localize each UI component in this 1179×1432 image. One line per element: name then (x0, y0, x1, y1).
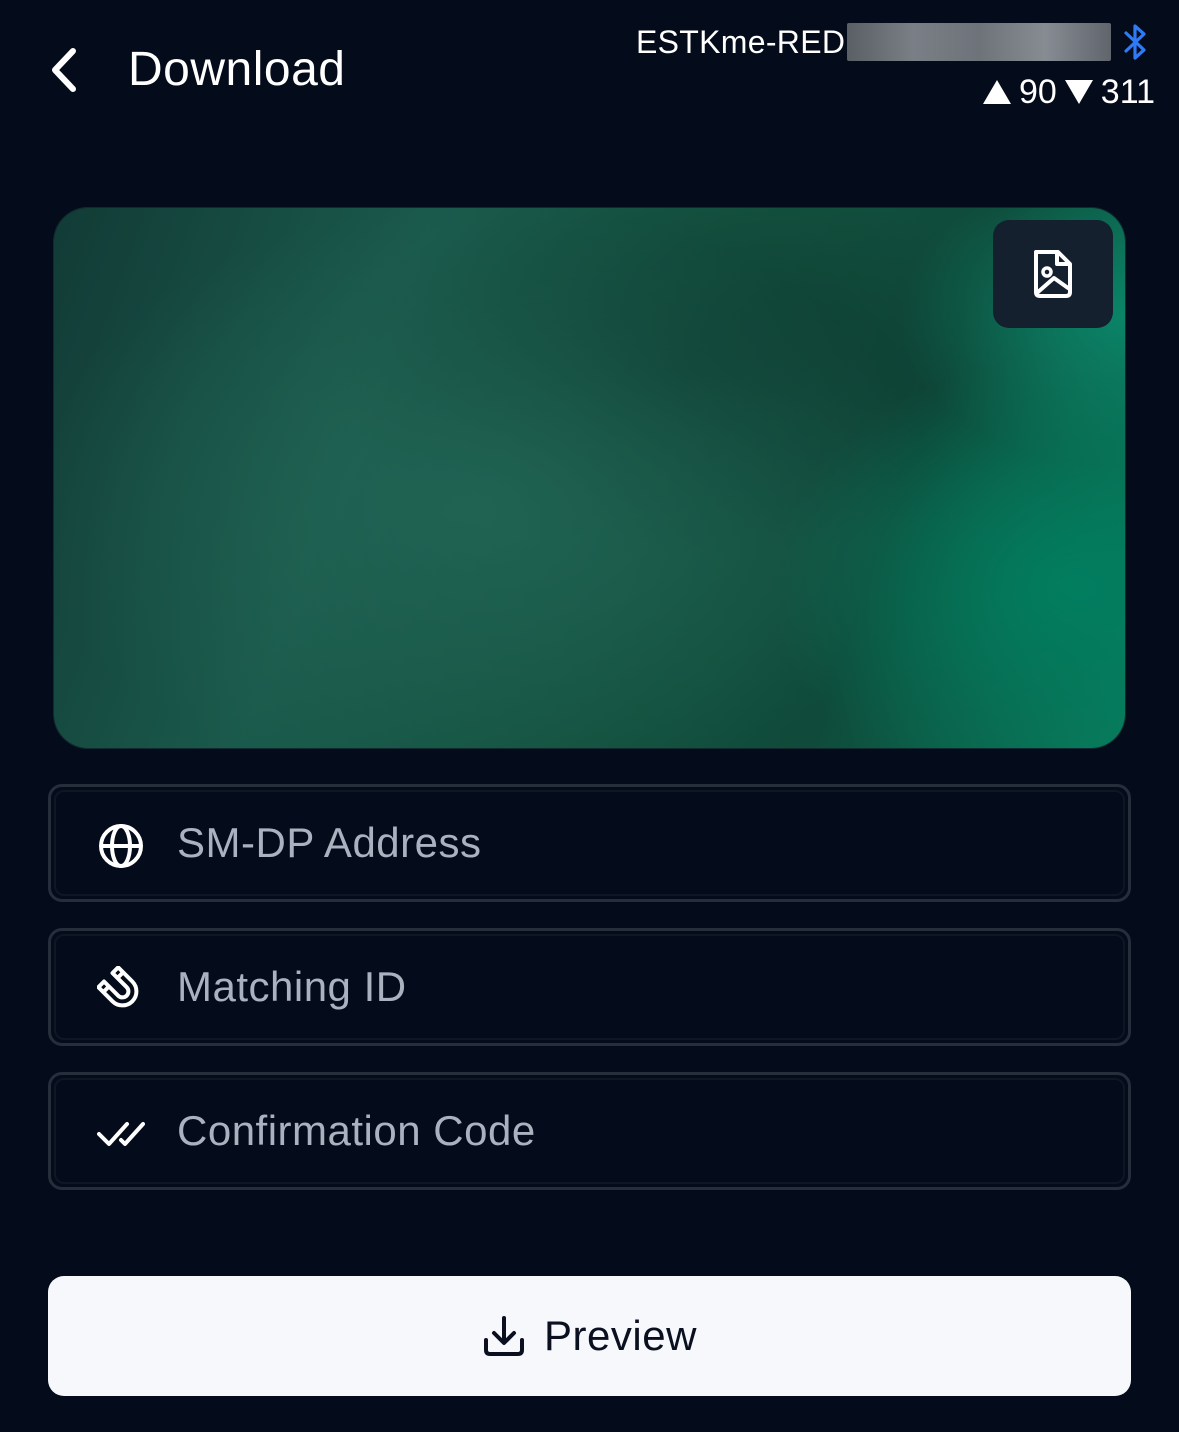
preview-button[interactable]: Preview (48, 1276, 1131, 1396)
page-title: Download (128, 43, 346, 96)
double-check-icon (97, 1122, 145, 1146)
preview-button-label: Preview (544, 1312, 697, 1359)
device-info: ESTKme-RED (636, 18, 1112, 66)
upload-count: 90 (1018, 72, 1057, 111)
confirmation-code-input[interactable] (177, 1075, 1077, 1187)
smdp-address-input[interactable] (177, 787, 1077, 899)
matching-id-field[interactable] (48, 928, 1131, 1046)
bluetooth-icon (1124, 24, 1146, 60)
smdp-address-field[interactable] (48, 784, 1131, 902)
back-button[interactable] (36, 40, 92, 100)
image-file-icon (1034, 250, 1072, 298)
chevron-left-icon (52, 48, 76, 92)
redacted-device-suffix (847, 23, 1112, 61)
globe-icon (99, 824, 143, 868)
choose-card-image-button[interactable] (993, 220, 1113, 328)
download-arrow-icon (1064, 80, 1093, 104)
confirmation-code-field[interactable] (48, 1072, 1131, 1190)
device-name: ESTKme-RED (636, 24, 846, 60)
magnet-icon (97, 966, 139, 1008)
upload-arrow-icon (982, 80, 1011, 104)
matching-id-input[interactable] (177, 931, 1077, 1043)
card-preview (54, 208, 1125, 748)
download-screen: Download ESTKme-RED 90 311 SM-DP Address… (0, 0, 1179, 1432)
traffic-stats: 90 311 (982, 68, 1155, 116)
download-icon (484, 1316, 525, 1356)
download-count: 311 (1100, 72, 1155, 111)
